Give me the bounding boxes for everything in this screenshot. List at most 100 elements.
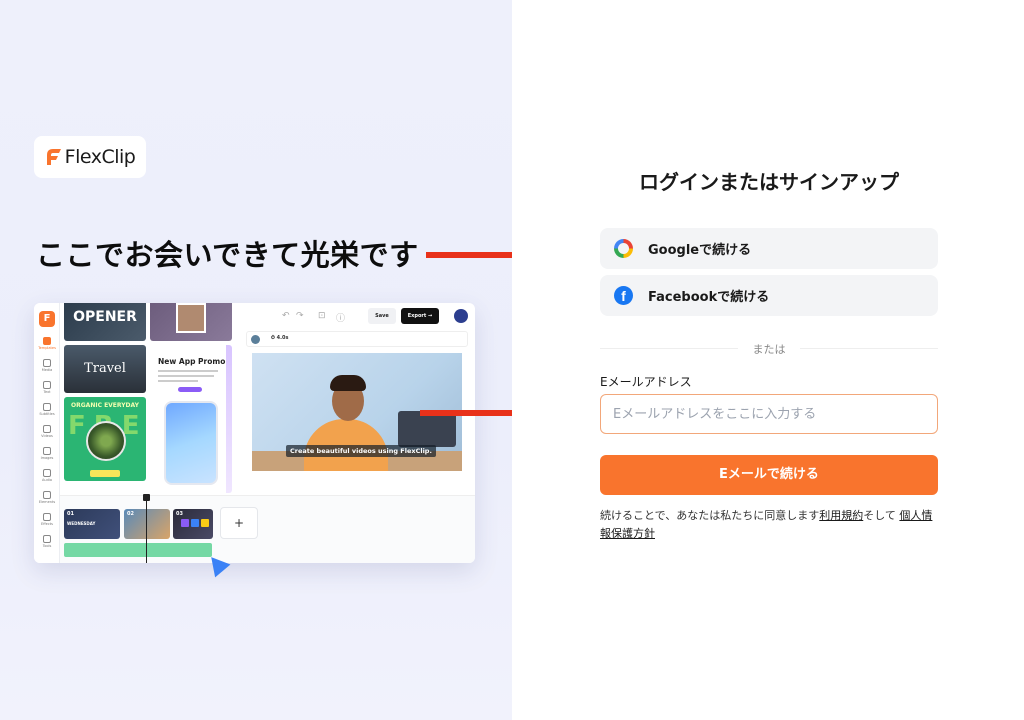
sidebar-item-images: Images bbox=[34, 447, 60, 460]
sidebar-item-media: Media bbox=[34, 359, 60, 372]
clip-number: 01 bbox=[67, 511, 74, 517]
clip-swatch bbox=[181, 519, 189, 527]
sidebar-item-text: Text bbox=[34, 381, 60, 394]
audio-icon bbox=[43, 469, 51, 477]
clip-number: 03 bbox=[176, 511, 183, 517]
screenshot-icon: ⊡ bbox=[318, 311, 326, 321]
sidebar-label: Tools bbox=[42, 544, 52, 548]
videos-icon bbox=[43, 425, 51, 433]
elements-icon bbox=[43, 491, 51, 499]
template-organic: ORGANIC EVERYDAY FRESH bbox=[64, 397, 146, 481]
sidebar-item-elements: Elements bbox=[34, 491, 60, 504]
template-collage bbox=[150, 303, 232, 341]
email-input[interactable] bbox=[600, 394, 938, 434]
google-login-button[interactable]: Googleで続ける bbox=[600, 228, 938, 269]
sidebar-label: Effects bbox=[41, 522, 53, 526]
salad-bowl-image bbox=[86, 421, 126, 461]
clip-swatch bbox=[191, 519, 199, 527]
collage-photo bbox=[176, 303, 206, 333]
duration-value: 4.0s bbox=[276, 335, 289, 341]
scene-duration: ⏱ 4.0s bbox=[271, 335, 289, 341]
editor-timeline: 01 WEDNESDAY 02 03 + bbox=[60, 494, 475, 563]
sidebar-item-videos: Videos bbox=[34, 425, 60, 438]
flexclip-logo-icon bbox=[46, 149, 61, 165]
sidebar-item-effects: Effects bbox=[34, 513, 60, 526]
media-icon bbox=[43, 359, 51, 367]
google-icon bbox=[614, 239, 633, 258]
timeline-playhead bbox=[143, 494, 150, 563]
person-hair-image bbox=[330, 375, 366, 391]
text-line bbox=[158, 370, 218, 372]
video-caption: Create beautiful videos using FlexClip. bbox=[286, 445, 436, 457]
editor-export-button: Export → bbox=[401, 308, 439, 324]
sidebar-label: Subtitles bbox=[39, 412, 55, 416]
editor-preview: F Templates Media Text Subtitles Videos … bbox=[34, 303, 475, 563]
template-grid: OPENER Travel New App Promo ORGANIC EVER… bbox=[64, 303, 234, 493]
template-title: OPENER bbox=[73, 309, 137, 325]
phone-mockup bbox=[164, 401, 218, 485]
undo-icon: ↶ bbox=[282, 311, 290, 321]
laptop-image bbox=[398, 411, 456, 447]
timeline-clip: 02 bbox=[124, 509, 170, 539]
audio-track bbox=[64, 543, 212, 557]
avatar bbox=[454, 309, 468, 323]
text-icon bbox=[43, 381, 51, 389]
terms-middle: そして bbox=[863, 509, 896, 522]
sidebar-item-templates: Templates bbox=[34, 337, 60, 350]
welcome-headline: ここでお会いできて光栄です bbox=[36, 238, 419, 272]
template-tag bbox=[90, 470, 120, 477]
sidebar-item-audio: Audio bbox=[34, 469, 60, 482]
google-login-label: Googleで続ける bbox=[648, 243, 752, 258]
divider-text: または bbox=[738, 341, 800, 357]
images-icon bbox=[43, 447, 51, 455]
login-panel bbox=[512, 0, 1024, 720]
text-line bbox=[158, 380, 198, 382]
redo-icon: ↷ bbox=[296, 311, 304, 321]
facebook-login-button[interactable]: f Facebookで続ける bbox=[600, 275, 938, 316]
promo-panel: FlexClip ここでお会いできて光栄です F Templates Media… bbox=[0, 0, 512, 720]
flexclip-logo-text: FlexClip bbox=[64, 146, 136, 168]
template-stripe bbox=[226, 345, 232, 493]
timeline-clip: 03 bbox=[173, 509, 213, 539]
template-app-promo: New App Promo bbox=[150, 345, 232, 493]
subtitles-icon bbox=[43, 403, 51, 411]
editor-logo-icon: F bbox=[39, 311, 55, 327]
tools-icon bbox=[43, 535, 51, 543]
editor-toolbar: ↶ ↷ ⊡ ⓘ bbox=[240, 303, 475, 329]
promo-pill bbox=[178, 387, 202, 392]
template-title: New App Promo bbox=[158, 357, 226, 366]
terms-of-service-link[interactable]: 利用規約 bbox=[819, 509, 863, 522]
editor-sidebar: F Templates Media Text Subtitles Videos … bbox=[34, 303, 60, 563]
sidebar-item-subtitles: Subtitles bbox=[34, 403, 60, 416]
editor-save-button: Save bbox=[368, 308, 396, 324]
timeline-clip: 01 WEDNESDAY bbox=[64, 509, 120, 539]
templates-icon bbox=[43, 337, 51, 345]
facebook-icon: f bbox=[614, 286, 633, 305]
sidebar-label: Images bbox=[40, 456, 54, 460]
template-title: Travel bbox=[84, 361, 126, 376]
template-travel: Travel bbox=[64, 345, 146, 393]
facebook-login-label: Facebookで続ける bbox=[648, 290, 770, 305]
clip-title: WEDNESDAY bbox=[67, 521, 96, 526]
template-title: ORGANIC EVERYDAY bbox=[71, 402, 139, 409]
help-icon: ⓘ bbox=[336, 314, 346, 324]
sidebar-label: Elements bbox=[38, 500, 56, 504]
text-line bbox=[158, 375, 214, 377]
terms-text: 続けることで、あなたは私たちに同意します利用規約そして 個人情報保護方針 bbox=[600, 507, 938, 543]
scene-thumbnail bbox=[251, 335, 260, 344]
template-opener: OPENER bbox=[64, 303, 146, 341]
login-title: ログインまたはサインアップ bbox=[639, 170, 899, 194]
sidebar-label: Templates bbox=[38, 346, 56, 350]
clip-swatch bbox=[201, 519, 209, 527]
terms-prefix: 続けることで、あなたは私たちに同意します bbox=[600, 509, 820, 522]
sidebar-label: Videos bbox=[41, 434, 53, 438]
sidebar-item-tools: Tools bbox=[34, 535, 60, 548]
flexclip-logo[interactable]: FlexClip bbox=[34, 136, 146, 178]
email-label: Eメールアドレス bbox=[600, 375, 692, 389]
sidebar-label: Text bbox=[43, 390, 51, 394]
add-clip-button: + bbox=[220, 507, 258, 539]
clip-number: 02 bbox=[127, 511, 134, 517]
sidebar-label: Media bbox=[41, 368, 53, 372]
email-continue-button[interactable]: Eメールで続ける bbox=[600, 455, 938, 495]
effects-icon bbox=[43, 513, 51, 521]
